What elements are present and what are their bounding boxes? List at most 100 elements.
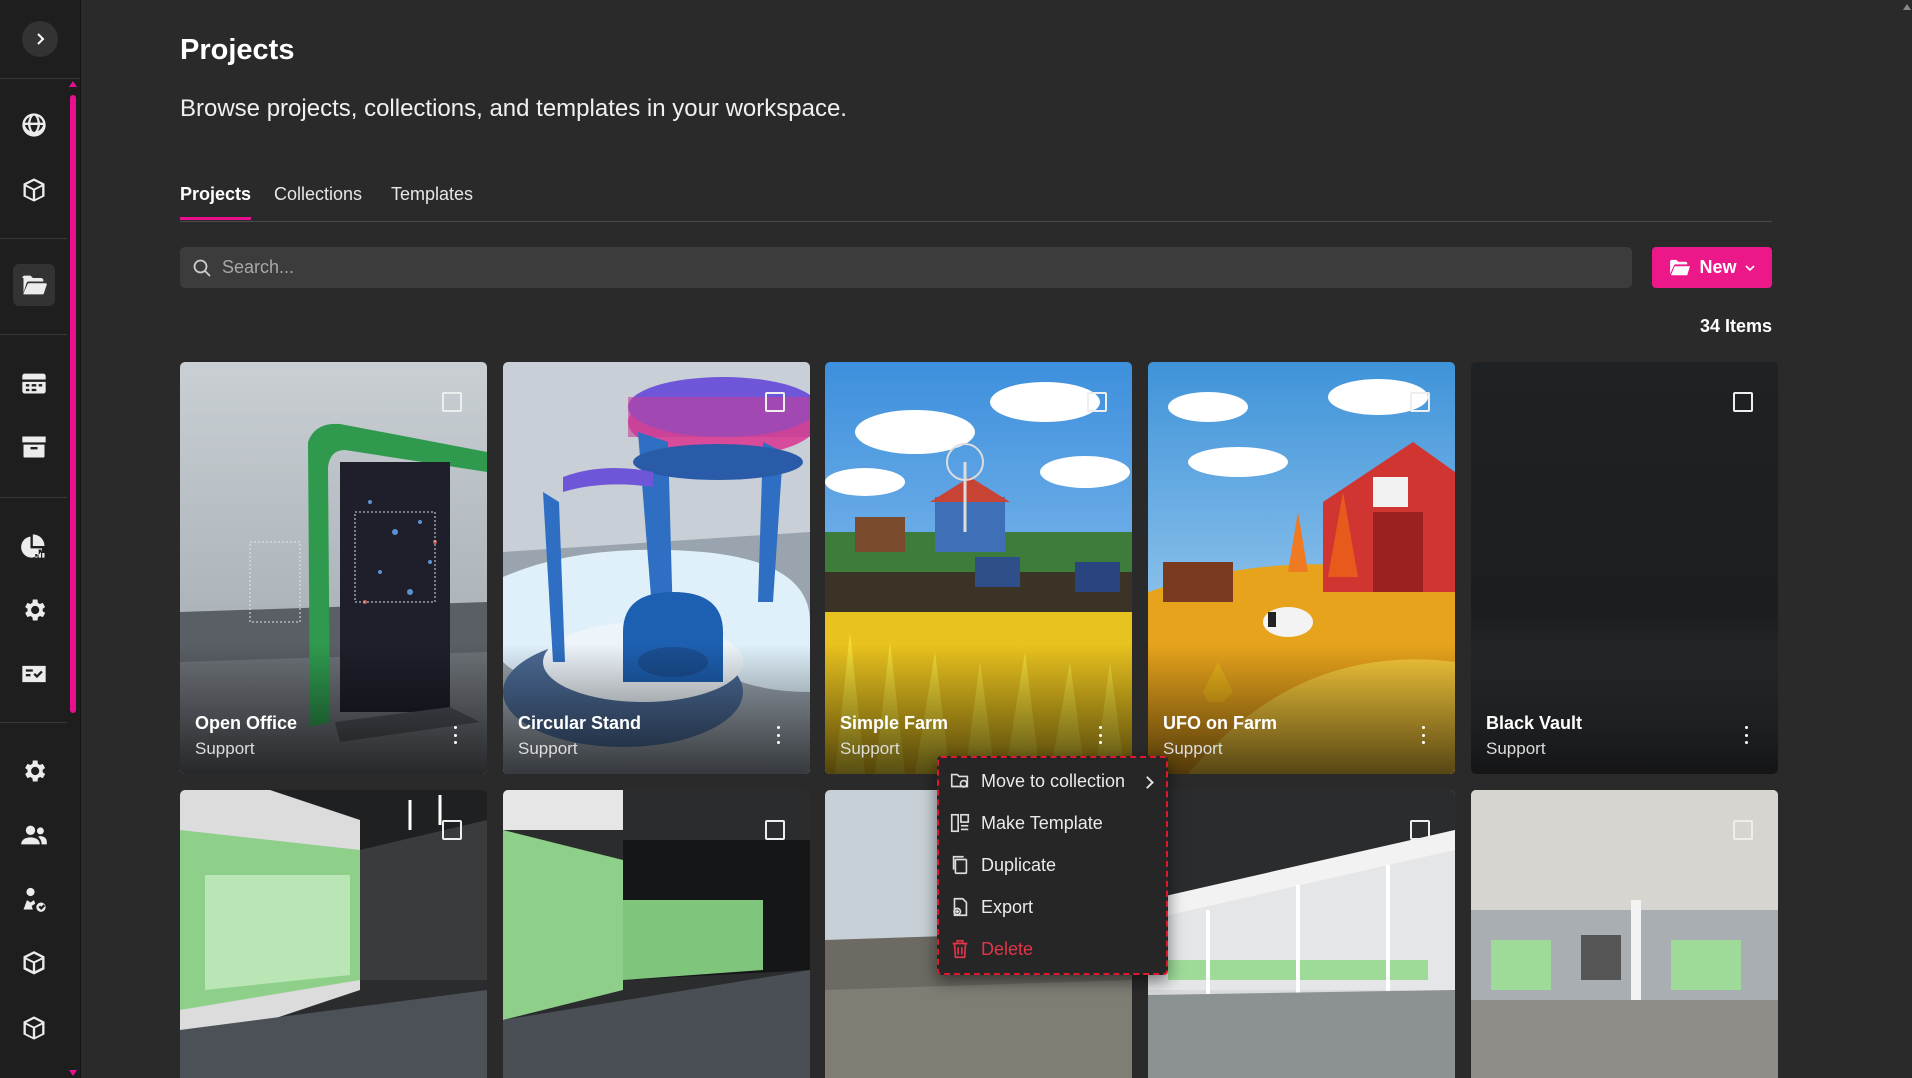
project-card[interactable]: Open Office Support xyxy=(180,362,487,774)
template-icon xyxy=(950,813,970,833)
sidebar-item-analytics[interactable] xyxy=(13,525,55,567)
id-card-icon xyxy=(22,665,46,683)
tab-collections[interactable]: Collections xyxy=(274,184,362,217)
page-title: Projects xyxy=(180,34,295,66)
menu-item-label: Delete xyxy=(981,938,1034,959)
project-name: Black Vault xyxy=(1486,713,1583,733)
select-checkbox[interactable] xyxy=(1087,392,1107,412)
sidebar-item-archive[interactable] xyxy=(13,426,55,468)
tab-bar: Projects Collections Templates xyxy=(180,180,1772,222)
cube-icon xyxy=(23,178,45,202)
sidebar-item-id-card[interactable] xyxy=(13,653,55,695)
project-card[interactable]: Simple Farm Support xyxy=(825,362,1132,774)
select-checkbox[interactable] xyxy=(1733,392,1753,412)
more-options-icon[interactable] xyxy=(453,726,457,744)
more-options-icon[interactable] xyxy=(1421,726,1425,744)
project-thumbnail xyxy=(180,790,487,1078)
archive-icon xyxy=(22,436,46,458)
page-scrollbar[interactable] xyxy=(1902,0,1912,1078)
sidebar-item-boxes[interactable] xyxy=(13,943,55,985)
project-card[interactable] xyxy=(1148,790,1455,1078)
expand-sidebar-button[interactable] xyxy=(22,21,58,57)
menu-item-make-template[interactable]: Make Template xyxy=(949,808,1103,838)
item-count: 34 Items xyxy=(1699,316,1772,336)
menu-item-move-to-collection[interactable]: Move to collection xyxy=(949,766,1125,796)
package-icon xyxy=(23,1016,45,1040)
sidebar-scrollbar[interactable] xyxy=(68,79,78,1078)
sidebar-item-globe[interactable] xyxy=(13,104,55,146)
menu-item-label: Make Template xyxy=(981,812,1103,833)
analytics-icon xyxy=(21,534,45,558)
project-owner: Support xyxy=(1486,739,1546,758)
sidebar-scrollbar-thumb[interactable] xyxy=(70,95,76,713)
project-context-menu: Move to collection Make Template Duplica… xyxy=(937,756,1168,975)
search-icon xyxy=(193,259,211,277)
export-icon xyxy=(953,897,968,917)
sidebar-item-calendar[interactable] xyxy=(13,362,55,404)
select-checkbox[interactable] xyxy=(1733,820,1753,840)
menu-item-label: Duplicate xyxy=(981,854,1057,875)
project-thumbnail xyxy=(1148,790,1455,1078)
sidebar-item-cube[interactable] xyxy=(13,169,55,211)
tab-projects[interactable]: Projects xyxy=(180,184,252,220)
sidebar-header xyxy=(0,0,80,79)
sidebar-item-settings[interactable] xyxy=(13,589,55,631)
select-checkbox[interactable] xyxy=(1410,392,1430,412)
users-icon xyxy=(21,825,47,845)
project-card[interactable] xyxy=(503,790,810,1078)
sidebar-group-projects xyxy=(0,239,67,335)
sidebar-group-analytics xyxy=(0,498,67,723)
new-button[interactable]: New xyxy=(1652,247,1772,288)
project-card[interactable]: UFO on Farm Support xyxy=(1148,362,1455,774)
project-card[interactable] xyxy=(1471,790,1778,1078)
sidebar xyxy=(0,0,81,1078)
new-button-label: New xyxy=(1699,257,1737,277)
select-checkbox[interactable] xyxy=(765,392,785,412)
globe-icon xyxy=(22,113,46,137)
project-thumbnail xyxy=(503,790,810,1078)
more-options-icon[interactable] xyxy=(1098,726,1102,744)
sidebar-item-user-check[interactable] xyxy=(13,878,55,920)
project-owner: Support xyxy=(840,739,900,758)
duplicate-icon xyxy=(952,855,968,875)
project-card[interactable] xyxy=(180,790,487,1078)
project-card[interactable]: Black Vault Support xyxy=(1471,362,1778,774)
scroll-up-arrow-icon[interactable] xyxy=(1903,4,1911,10)
project-owner: Support xyxy=(1163,739,1223,758)
gear-icon xyxy=(25,760,46,782)
sidebar-item-users[interactable] xyxy=(13,814,55,856)
sidebar-item-gear[interactable] xyxy=(13,750,55,792)
search-input[interactable] xyxy=(222,257,1602,278)
project-name: Circular Stand xyxy=(518,713,642,733)
sidebar-group-workspace xyxy=(0,79,67,239)
sidebar-item-package[interactable] xyxy=(13,1007,55,1049)
project-card[interactable]: Circular Stand Support xyxy=(503,362,810,774)
project-name: UFO on Farm xyxy=(1163,713,1278,733)
chevron-down-icon xyxy=(1744,264,1755,271)
page-subtitle: Browse projects, collections, and templa… xyxy=(180,95,847,122)
project-owner: Support xyxy=(518,739,578,758)
sidebar-item-projects[interactable] xyxy=(13,264,55,306)
menu-item-label: Move to collection xyxy=(981,770,1126,791)
select-checkbox[interactable] xyxy=(442,392,462,412)
folder-move-icon xyxy=(950,773,969,788)
select-checkbox[interactable] xyxy=(442,820,462,840)
more-options-icon[interactable] xyxy=(1744,726,1748,744)
chevron-right-icon xyxy=(1141,776,1154,789)
sidebar-group-schedule xyxy=(0,335,67,498)
scroll-up-arrow-icon[interactable] xyxy=(69,81,77,87)
menu-item-delete[interactable]: Delete xyxy=(949,934,1033,964)
sidebar-group-admin xyxy=(0,723,67,1078)
tab-templates[interactable]: Templates xyxy=(391,184,473,217)
project-owner: Support xyxy=(195,739,255,758)
select-checkbox[interactable] xyxy=(1410,820,1430,840)
menu-item-export[interactable]: Export xyxy=(949,892,1033,922)
more-options-icon[interactable] xyxy=(776,726,780,744)
menu-item-duplicate[interactable]: Duplicate xyxy=(949,850,1056,880)
project-name: Open Office xyxy=(195,713,298,733)
trash-icon xyxy=(952,939,968,959)
select-checkbox[interactable] xyxy=(765,820,785,840)
scroll-down-arrow-icon[interactable] xyxy=(69,1070,77,1076)
folder-open-icon xyxy=(22,275,47,295)
user-check-icon xyxy=(23,887,46,912)
